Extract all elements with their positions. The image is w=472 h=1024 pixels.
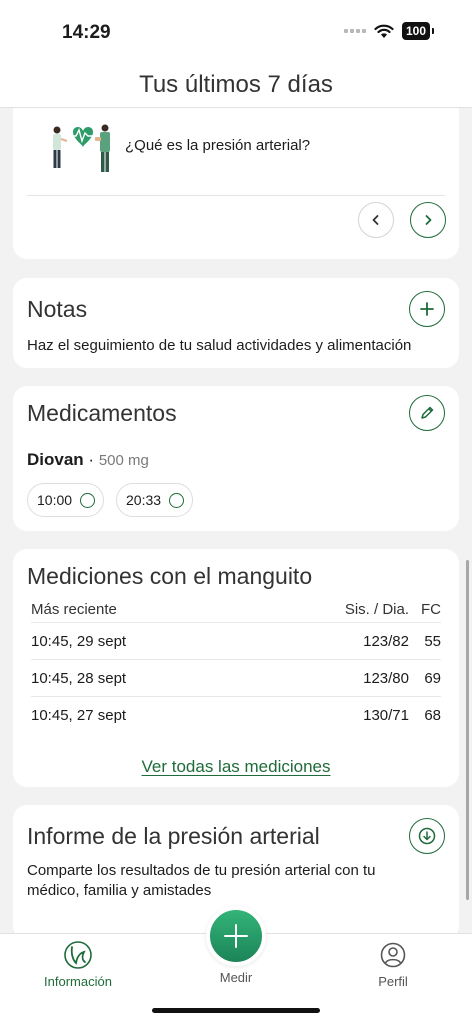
- chevron-right-icon: [425, 215, 432, 225]
- edit-medication-button[interactable]: [409, 395, 445, 431]
- tab-perfil[interactable]: Perfil: [333, 940, 453, 989]
- medication-dose: 500 mg: [98, 452, 149, 469]
- pencil-icon: [421, 406, 434, 419]
- table-row[interactable]: 10:45, 27 sept 130/71 68: [31, 697, 441, 734]
- mediciones-title: Mediciones con el manguito: [27, 563, 313, 589]
- row-fc: 69: [424, 669, 441, 687]
- plus-icon: [420, 302, 434, 316]
- leaf-logo-icon: [64, 941, 92, 969]
- column-header-recent: Más reciente: [31, 601, 117, 618]
- notas-title: Notas: [27, 296, 88, 322]
- notas-subtitle: Haz el seguimiento de tu salud actividad…: [27, 337, 412, 354]
- row-fc: 68: [424, 707, 441, 724]
- dose-time-pill[interactable]: 10:00: [27, 483, 105, 517]
- content-scroll[interactable]: ¿Qué es la presión arterial? Notas Haz e…: [0, 108, 472, 933]
- medicamentos-title: Medicamentos: [27, 400, 177, 426]
- download-icon: [418, 827, 436, 845]
- measurements-table: Más reciente Sis. / Dia. FC 10:45, 29 se…: [31, 597, 441, 734]
- table-row[interactable]: 10:45, 28 sept 123/80 69: [31, 660, 441, 697]
- divider: [27, 195, 445, 196]
- row-bp: 130/71: [363, 707, 409, 724]
- measure-button[interactable]: [206, 906, 266, 966]
- row-date: 10:45, 29 sept: [31, 632, 127, 650]
- user-icon: [380, 942, 406, 968]
- checkbox-circle-icon[interactable]: [169, 492, 185, 508]
- medication-name: Diovan: [27, 450, 84, 469]
- tab-informacion[interactable]: Información: [18, 940, 138, 989]
- notas-card: Notas Haz el seguimiento de tu salud act…: [13, 278, 459, 368]
- column-header-sysdia: Sis. / Dia.: [344, 601, 409, 618]
- next-button[interactable]: [410, 202, 446, 238]
- mediciones-card: Mediciones con el manguito Más reciente …: [13, 549, 459, 787]
- previous-button[interactable]: [358, 202, 394, 238]
- table-row[interactable]: 10:45, 29 sept 123/82 55: [31, 623, 441, 660]
- page-title: Tus últimos 7 días: [139, 71, 333, 98]
- doctor-patient-illustration: [53, 124, 110, 172]
- dose-time: 10:00: [37, 492, 73, 508]
- battery-icon: 100: [401, 22, 435, 40]
- table-header: Más reciente Sis. / Dia. FC: [31, 597, 441, 623]
- status-icons: 100: [343, 22, 435, 40]
- page-header: Tus últimos 7 días: [0, 62, 472, 108]
- checkbox-circle-icon[interactable]: [80, 492, 96, 508]
- view-all-measurements-link[interactable]: Ver todas las mediciones: [142, 757, 331, 776]
- tab-medir[interactable]: Medir: [176, 970, 296, 985]
- download-report-button[interactable]: [409, 818, 445, 854]
- status-time: 14:29: [62, 22, 111, 43]
- medication-separator: ·: [88, 450, 95, 469]
- medicamentos-card: Medicamentos Diovan · 500 mg 10:00 20:33: [13, 386, 459, 531]
- informe-title: Informe de la presión arterial: [27, 823, 320, 849]
- tab-label: Información: [44, 974, 112, 989]
- row-date: 10:45, 27 sept: [31, 707, 127, 724]
- column-header-fc: FC: [421, 601, 441, 618]
- link-container: Ver todas las mediciones: [13, 757, 459, 777]
- signal-icon: [343, 29, 366, 33]
- scrollbar[interactable]: [466, 560, 469, 900]
- informe-description: Comparte los resultados de tu presión ar…: [27, 862, 376, 899]
- plus-icon: [224, 924, 248, 948]
- home-indicator[interactable]: [152, 1008, 320, 1013]
- chevron-left-icon: [372, 215, 379, 225]
- info-card: ¿Qué es la presión arterial?: [13, 108, 459, 259]
- row-bp: 123/82: [363, 632, 409, 650]
- wifi-icon: [374, 24, 394, 38]
- add-note-button[interactable]: [409, 291, 445, 327]
- tab-label: Medir: [219, 970, 253, 985]
- row-date: 10:45, 28 sept: [31, 669, 127, 687]
- dose-time: 20:33: [126, 492, 162, 508]
- info-article-title[interactable]: ¿Qué es la presión arterial?: [125, 137, 310, 154]
- row-fc: 55: [424, 632, 441, 650]
- dose-time-pill[interactable]: 20:33: [116, 483, 194, 517]
- tab-label: Perfil: [378, 974, 408, 989]
- medication-line: Diovan · 500 mg: [27, 450, 149, 470]
- status-bar: 14:29 100: [0, 0, 472, 62]
- row-bp: 123/80: [363, 669, 409, 687]
